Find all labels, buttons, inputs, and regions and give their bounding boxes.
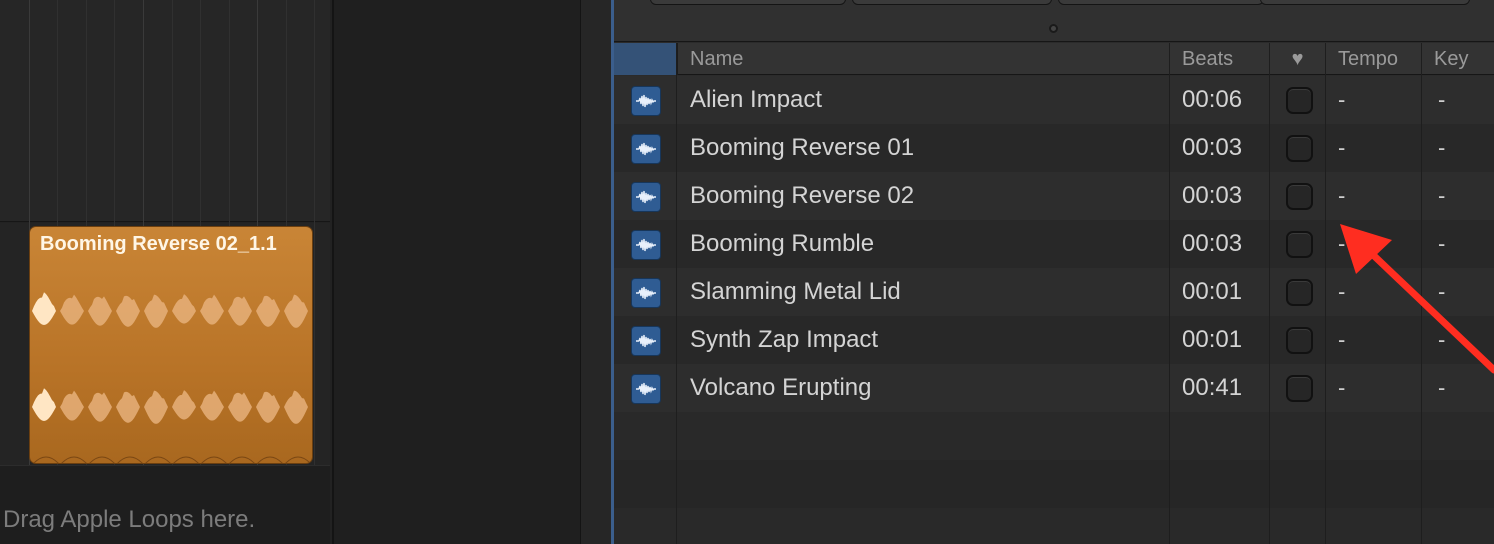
loop-name: Slamming Metal Lid bbox=[690, 278, 901, 305]
loop-key: - bbox=[1438, 327, 1446, 352]
column-separator bbox=[676, 43, 677, 544]
loop-key: - bbox=[1438, 135, 1446, 160]
audio-region[interactable]: Booming Reverse 02_1.1 bbox=[29, 226, 313, 464]
table-row[interactable]: Synth Zap Impact 00:01 - - bbox=[614, 316, 1494, 364]
table-row[interactable]: Booming Rumble 00:03 - - bbox=[614, 220, 1494, 268]
loop-beats: 00:06 bbox=[1182, 86, 1243, 113]
favorite-checkbox[interactable] bbox=[1286, 231, 1313, 258]
loop-name: Booming Reverse 01 bbox=[690, 134, 915, 161]
empty-track-zone[interactable] bbox=[332, 0, 580, 544]
loop-list: Alien Impact 00:06 - - Booming Reverse 01 00:… bbox=[614, 76, 1494, 412]
header-key[interactable]: Key bbox=[1421, 43, 1494, 75]
tracks-area[interactable]: Drag Apple Loops here. Booming Reverse 0… bbox=[0, 0, 580, 544]
table-row[interactable]: Volcano Erupting 00:41 - - bbox=[614, 364, 1494, 412]
loop-name: Volcano Erupting bbox=[690, 374, 872, 401]
loop-name: Booming Rumble bbox=[690, 230, 875, 257]
loop-key: - bbox=[1438, 183, 1446, 208]
loop-browser: Name Beats ♥ Tempo Key Alien Impact 00:06… bbox=[614, 0, 1494, 544]
loop-beats: 00:41 bbox=[1182, 374, 1243, 401]
column-separator bbox=[1269, 43, 1270, 544]
drop-hint-label: Drag Apple Loops here. bbox=[3, 506, 256, 533]
filter-button-4[interactable] bbox=[1260, 0, 1470, 5]
loop-name: Booming Reverse 02 bbox=[690, 182, 915, 209]
loop-tempo: - bbox=[1338, 231, 1346, 256]
audio-waveform-icon bbox=[631, 182, 661, 212]
favorite-checkbox[interactable] bbox=[1286, 87, 1313, 114]
favorite-checkbox[interactable] bbox=[1286, 183, 1313, 210]
header-name[interactable]: Name bbox=[677, 43, 1169, 75]
audio-waveform-icon bbox=[631, 278, 661, 308]
loop-beats: 00:03 bbox=[1182, 182, 1243, 209]
favorite-checkbox[interactable] bbox=[1286, 135, 1313, 162]
audio-waveform-icon bbox=[631, 326, 661, 356]
favorite-checkbox[interactable] bbox=[1286, 279, 1313, 306]
filter-button-2[interactable] bbox=[852, 0, 1052, 5]
loop-beats: 00:03 bbox=[1182, 230, 1243, 257]
header-type-column[interactable] bbox=[614, 43, 676, 75]
table-row[interactable]: Booming Reverse 02 00:03 - - bbox=[614, 172, 1494, 220]
app-window: Drag Apple Loops here. Booming Reverse 0… bbox=[0, 0, 1494, 544]
audio-waveform-icon bbox=[631, 230, 661, 260]
loop-tempo: - bbox=[1338, 135, 1346, 160]
audio-waveform-icon bbox=[631, 374, 661, 404]
loop-tempo: - bbox=[1338, 327, 1346, 352]
column-separator bbox=[1169, 43, 1170, 544]
filter-button-3[interactable] bbox=[1058, 0, 1264, 5]
audio-waveform-icon bbox=[631, 134, 661, 164]
table-row[interactable]: Slamming Metal Lid 00:01 - - bbox=[614, 268, 1494, 316]
loop-tempo: - bbox=[1338, 375, 1346, 400]
loop-key: - bbox=[1438, 87, 1446, 112]
pane-divider[interactable] bbox=[580, 0, 614, 544]
filter-button-1[interactable] bbox=[650, 0, 846, 5]
loop-key: - bbox=[1438, 279, 1446, 304]
header-beats[interactable]: Beats bbox=[1169, 43, 1269, 75]
filter-bar bbox=[614, 0, 1494, 42]
loop-beats: 00:03 bbox=[1182, 134, 1243, 161]
loop-key: - bbox=[1438, 375, 1446, 400]
heart-icon[interactable]: ♥ bbox=[1269, 43, 1325, 75]
column-separator bbox=[1421, 43, 1422, 544]
loop-tempo: - bbox=[1338, 87, 1346, 112]
loop-beats: 00:01 bbox=[1182, 278, 1243, 305]
track-lane-upper[interactable] bbox=[0, 0, 330, 222]
header-tempo[interactable]: Tempo bbox=[1325, 43, 1421, 75]
loop-tempo: - bbox=[1338, 279, 1346, 304]
table-row[interactable]: Alien Impact 00:06 - - bbox=[614, 76, 1494, 124]
resize-handle[interactable] bbox=[1049, 24, 1058, 33]
loop-tempo: - bbox=[1338, 183, 1346, 208]
audio-waveform-icon bbox=[631, 86, 661, 116]
empty-list-area bbox=[614, 412, 1494, 544]
grid-line bbox=[314, 0, 315, 465]
loop-name: Alien Impact bbox=[690, 86, 823, 113]
favorite-checkbox[interactable] bbox=[1286, 327, 1313, 354]
column-separator bbox=[1325, 43, 1326, 544]
region-waveform bbox=[32, 292, 311, 463]
table-header: Name Beats ♥ Tempo Key bbox=[614, 43, 1494, 75]
favorite-checkbox[interactable] bbox=[1286, 375, 1313, 402]
loop-name: Synth Zap Impact bbox=[690, 326, 879, 353]
region-title: Booming Reverse 02_1.1 bbox=[40, 233, 277, 255]
loop-key: - bbox=[1438, 231, 1446, 256]
loop-beats: 00:01 bbox=[1182, 326, 1243, 353]
table-row[interactable]: Booming Reverse 01 00:03 - - bbox=[614, 124, 1494, 172]
